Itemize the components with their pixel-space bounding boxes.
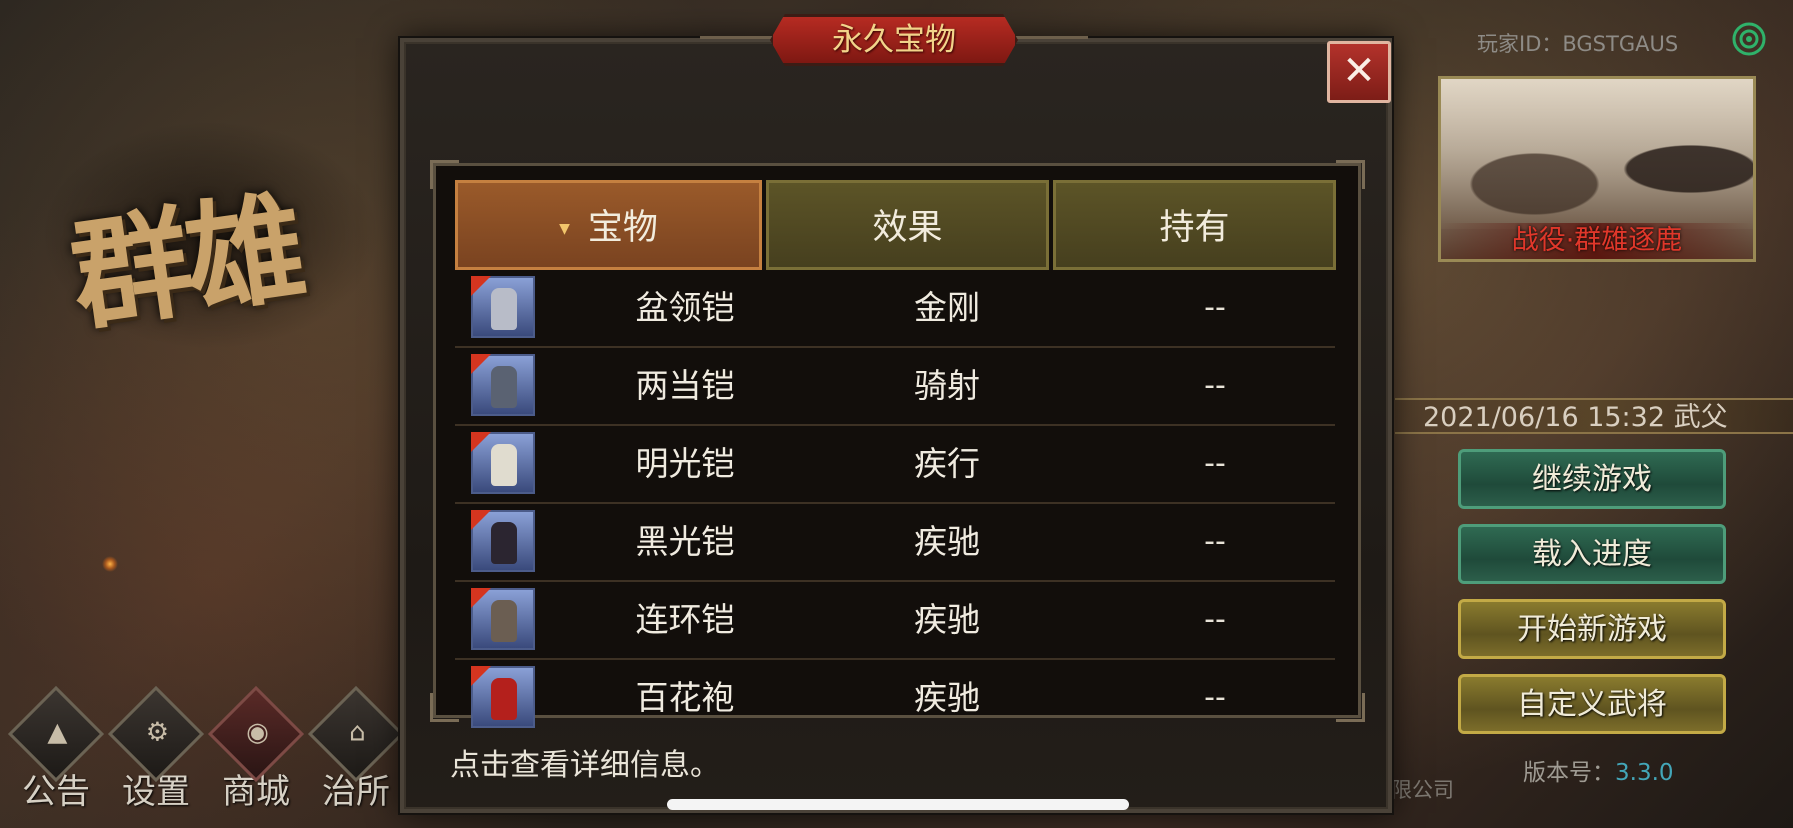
version-value: 3.3.0 (1615, 760, 1674, 786)
custom-general-button[interactable]: 自定义武将 (1458, 674, 1726, 734)
table-row[interactable]: 黑光铠 疾驰 -- (455, 504, 1335, 582)
treasure-name: 两当铠 (635, 366, 735, 405)
armor-figure (491, 444, 517, 486)
player-id: 玩家ID：BGSTGAUS (1477, 32, 1679, 56)
nav-city[interactable]: ⌂ 治所 (307, 685, 405, 813)
rarity-tag (471, 432, 491, 452)
table-row[interactable]: 两当铠 骑射 -- (455, 348, 1335, 426)
frame-corner (1336, 693, 1365, 722)
table-row[interactable]: 连环铠 疾驰 -- (455, 582, 1335, 660)
signal-icon[interactable] (1732, 22, 1766, 56)
detail-hint: 点击查看详细信息。 (450, 748, 720, 783)
treasure-name: 百花袍 (635, 678, 735, 717)
nav-shop[interactable]: ◉ 商城 (207, 685, 305, 813)
treasure-effect: 疾驰 (914, 522, 980, 561)
new-game-button[interactable]: 开始新游戏 (1458, 599, 1726, 659)
close-button[interactable]: ✕ (1327, 41, 1391, 103)
home-indicator[interactable] (667, 799, 1129, 810)
campaign-banner[interactable]: 战役·群雄逐鹿 (1438, 76, 1756, 262)
banner-caption: 战役·群雄逐鹿 (1441, 223, 1753, 259)
version-label: 版本号： (1523, 760, 1615, 786)
treasure-effect: 金刚 (914, 288, 980, 327)
column-header-effect[interactable]: 效果 (766, 180, 1049, 270)
treasure-effect: 疾行 (914, 444, 980, 483)
armor-thumbnail-icon (471, 432, 535, 494)
bottom-nav: ▲ 公告 ⚙ 设置 ◉ 商城 ⌂ 治所 (7, 685, 405, 813)
armor-figure (491, 678, 517, 720)
treasure-owned: -- (1204, 680, 1226, 715)
treasure-owned: -- (1204, 290, 1226, 325)
treasure-name: 连环铠 (635, 600, 735, 639)
rarity-tag (471, 276, 491, 296)
armor-figure (491, 288, 517, 330)
nav-settings[interactable]: ⚙ 设置 (107, 685, 205, 813)
ember-particle (102, 556, 118, 572)
treasure-name: 盆领铠 (635, 288, 735, 327)
version-info: 版本号：3.3.0 (1523, 753, 1674, 787)
nav-notice[interactable]: ▲ 公告 (7, 685, 105, 813)
treasure-effect: 骑射 (914, 366, 980, 405)
armor-thumbnail-icon (471, 276, 535, 338)
title-ornament (1010, 36, 1088, 53)
dialog-title-plate: 永久宝物 (770, 14, 1018, 66)
armor-thumbnail-icon (471, 588, 535, 650)
table-row[interactable]: 盆领铠 金刚 -- (455, 270, 1335, 348)
rarity-tag (471, 354, 491, 374)
table-row[interactable]: 明光铠 疾行 -- (455, 426, 1335, 504)
treasure-effect: 疾驰 (914, 678, 980, 717)
title-ornament (700, 36, 778, 53)
banner-art (1441, 79, 1753, 229)
treasure-owned: -- (1204, 524, 1226, 559)
rarity-tag (471, 588, 491, 608)
armor-thumbnail-icon (471, 354, 535, 416)
treasure-owned: -- (1204, 602, 1226, 637)
continue-game-button[interactable]: 继续游戏 (1458, 449, 1726, 509)
save-date: 2021/06/16 15:32 武父 (1395, 398, 1793, 434)
column-label: 宝物 (587, 208, 658, 248)
armor-thumbnail-icon (471, 666, 535, 728)
treasure-name: 黑光铠 (635, 522, 735, 561)
game-logo: 群雄 (62, 176, 309, 349)
armor-figure (491, 366, 517, 408)
sort-caret-icon: ▼ (559, 221, 570, 237)
treasure-list: 盆领铠 金刚 -- 两当铠 骑射 -- 明光铠 疾行 -- 黑光铠 疾驰 -- … (455, 270, 1335, 736)
rarity-tag (471, 666, 491, 686)
table-header: ▼ 宝物 效果 持有 (455, 180, 1336, 270)
column-header-treasure[interactable]: ▼ 宝物 (455, 180, 762, 270)
treasure-name: 明光铠 (635, 444, 735, 483)
dialog-title: 永久宝物 (770, 14, 1018, 66)
armor-figure (491, 522, 517, 564)
treasure-owned: -- (1204, 446, 1226, 481)
treasure-owned: -- (1204, 368, 1226, 403)
frame-corner (1336, 160, 1365, 189)
column-header-owned[interactable]: 持有 (1053, 180, 1336, 270)
armor-thumbnail-icon (471, 510, 535, 572)
armor-figure (491, 600, 517, 642)
treasure-effect: 疾驰 (914, 600, 980, 639)
table-row[interactable]: 百花袍 疾驰 -- (455, 660, 1335, 736)
load-progress-button[interactable]: 载入进度 (1458, 524, 1726, 584)
rarity-tag (471, 510, 491, 530)
